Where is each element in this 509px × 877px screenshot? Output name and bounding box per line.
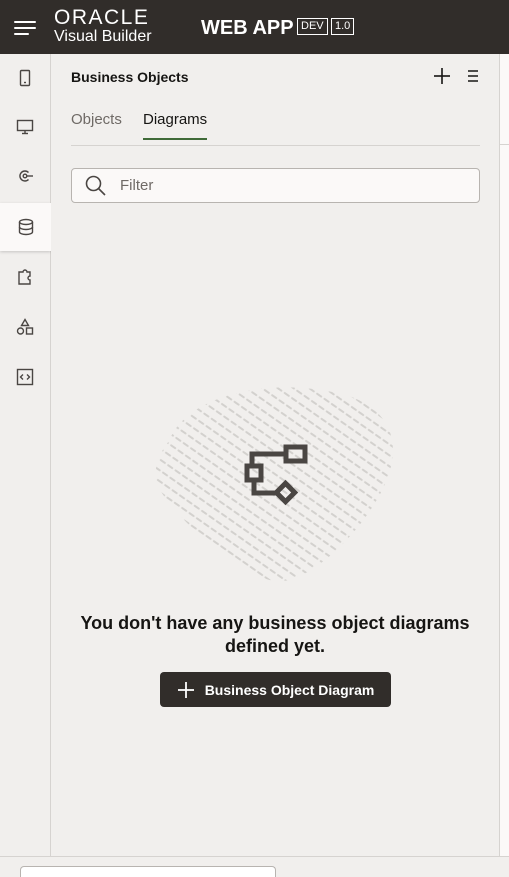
filter-input[interactable] xyxy=(118,169,462,202)
filter-field xyxy=(71,168,480,203)
editor-area-edge xyxy=(499,54,509,856)
rail-item-components[interactable] xyxy=(0,253,50,301)
rail-item-business-objects[interactable] xyxy=(0,203,51,251)
panel-tabs: Objects Diagrams xyxy=(71,108,480,146)
service-connection-icon xyxy=(19,170,33,182)
search-icon xyxy=(85,175,106,196)
plus-icon xyxy=(177,681,194,698)
version-badge: 1.0 xyxy=(331,18,355,35)
rail-item-services[interactable] xyxy=(0,152,50,200)
rail-item-mobile-apps[interactable] xyxy=(0,54,50,102)
oracle-logo: ORACLE xyxy=(54,6,150,29)
menu-icon[interactable] xyxy=(463,66,483,86)
panel-title: Business Objects xyxy=(71,69,189,85)
tab-objects[interactable]: Objects xyxy=(71,111,122,138)
code-icon xyxy=(16,368,34,386)
navigator-rail xyxy=(0,54,51,871)
phone-icon xyxy=(19,69,31,87)
app-header: ORACLE Visual Builder WEB APP DEV 1.0 xyxy=(0,0,509,54)
bottom-bar xyxy=(0,856,509,877)
empty-state-message: You don't have any business object diagr… xyxy=(80,613,470,656)
product-name: Visual Builder xyxy=(54,28,152,45)
rail-item-web-apps[interactable] xyxy=(0,103,50,151)
add-icon[interactable] xyxy=(432,66,452,86)
rail-item-source[interactable] xyxy=(0,353,50,401)
create-business-object-diagram-button[interactable]: Business Object Diagram xyxy=(160,672,391,707)
rail-item-processes[interactable] xyxy=(0,303,50,351)
app-title[interactable]: WEB APP xyxy=(201,17,294,40)
monitor-icon xyxy=(16,119,34,135)
hamburger-menu-icon[interactable] xyxy=(14,18,36,36)
database-icon xyxy=(18,218,33,236)
environment-badge: DEV xyxy=(297,18,328,35)
shapes-icon xyxy=(16,318,34,335)
create-button-label: Business Object Diagram xyxy=(204,681,375,698)
puzzle-icon xyxy=(18,269,31,285)
business-objects-panel: Business Objects Objects Diagrams Filter… xyxy=(51,54,499,856)
tab-diagrams[interactable]: Diagrams xyxy=(143,111,208,140)
bottom-tab-edge xyxy=(20,866,276,877)
diagram-illustration xyxy=(155,387,393,582)
